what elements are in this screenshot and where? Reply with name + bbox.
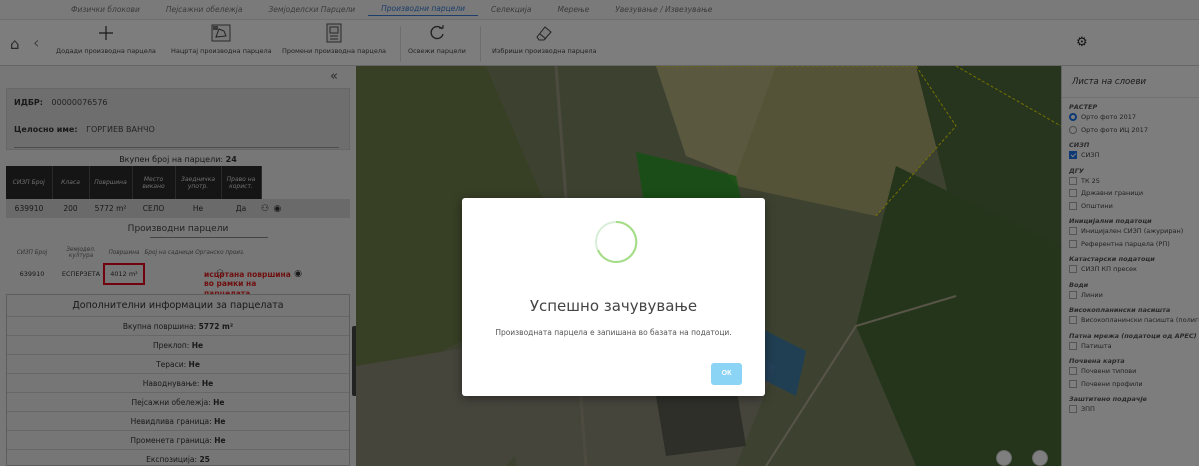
dialog-message: Производната парцела е запишана во базат… bbox=[495, 328, 732, 337]
success-spinner-icon bbox=[595, 220, 638, 263]
dialog-title: Успешно зачувување bbox=[529, 297, 698, 315]
ok-button[interactable]: ОК bbox=[711, 363, 742, 385]
success-dialog: Успешно зачувување Производната парцела … bbox=[462, 198, 765, 396]
app-window: Физички блокови Пејсажни обележја Земјод… bbox=[0, 0, 1199, 466]
